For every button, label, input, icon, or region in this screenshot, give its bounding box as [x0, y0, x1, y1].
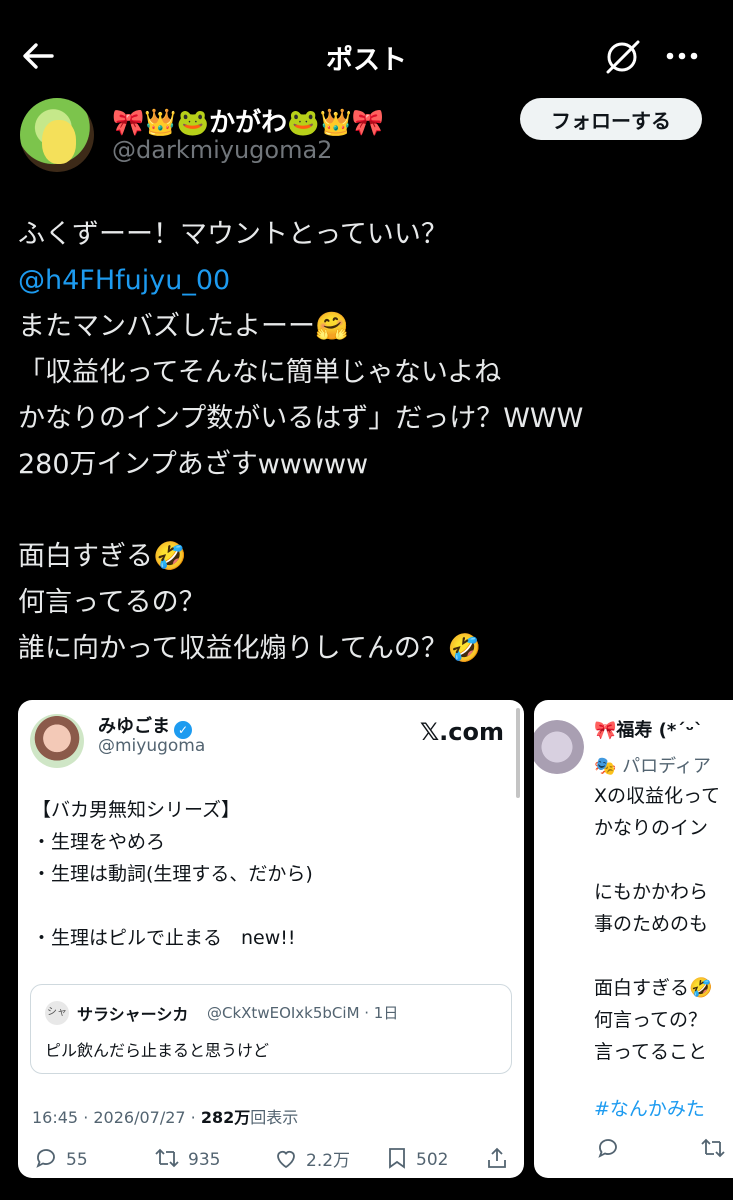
embedded-post-text: 【バカ男無知シリーズ】 ・生理をやめろ ・生理は動詞(生理する、だから) ・生理… — [32, 794, 512, 954]
repost-icon — [155, 1148, 179, 1168]
avatar[interactable] — [20, 98, 94, 172]
heart-icon — [277, 1150, 295, 1169]
embedded-line: ・生理はピルで止まる new!! — [32, 927, 296, 949]
share-icon — [488, 1147, 506, 1168]
post-text: ふくずーー！マウントとっていい？ @h4FHfujyu_00 またマンバズしたよ… — [18, 212, 718, 672]
embedded-line: 言ってること — [594, 1041, 708, 1063]
embedded-spacer — [594, 844, 733, 876]
parody-label: 🎭 パロディア — [594, 756, 711, 777]
embedded-line: ・生理をやめろ — [32, 831, 166, 853]
embedded-line: 【バカ男無知シリーズ】 — [32, 799, 241, 821]
quoted-avatar: シャ — [45, 1001, 69, 1025]
post-line: 何言ってるの？ — [18, 587, 206, 618]
embedded-author-handle: @miyugoma — [98, 736, 206, 756]
embedded-author-name: みゆごま ✓ — [98, 712, 192, 739]
repost-count: 935 — [154, 1146, 220, 1170]
follow-button[interactable]: フォローする — [520, 98, 702, 140]
mention-link[interactable]: @h4FHfujyu_00 — [18, 258, 718, 304]
post-line: 280万インプあざすwwwww — [18, 449, 369, 480]
embedded-line: かなりのイン — [594, 817, 709, 839]
top-bar: ポスト — [0, 0, 733, 110]
reply-icon — [36, 1149, 55, 1168]
quoted-author-handle: @CkXtwEOIxk5bCiM · 1日 — [207, 1004, 399, 1022]
x-logo-icon: 𝕏.com — [419, 718, 504, 746]
embedded-line: ・生理は動詞(生理する、だから) — [32, 863, 313, 885]
author-display-name[interactable]: 🎀👑🐸かがわ🐸👑🎀 — [112, 102, 384, 139]
post-line: 面白すぎる🤣 — [18, 541, 187, 572]
embedded-action-bar: 55 935 2.2万 502 — [30, 1146, 512, 1176]
embedded-avatar — [30, 714, 84, 768]
reply-count: 55 — [34, 1146, 88, 1170]
post-line: 誰に向かって収益化煽りしてんの？🤣 — [18, 633, 482, 664]
embedded-line: 何言っての？ — [594, 1009, 708, 1031]
grok-icon[interactable] — [602, 36, 642, 76]
embedded-spacer — [32, 890, 512, 922]
embedded-timestamp: 16:45 · 2026/07/27 · 282万回表示 — [32, 1108, 299, 1127]
like-count: 2.2万 — [274, 1146, 350, 1171]
embedded-avatar — [534, 720, 584, 774]
bookmark-count: 502 — [386, 1146, 448, 1170]
post-spacer — [18, 488, 718, 534]
embedded-line: にもかかわら — [594, 881, 709, 903]
repost-icon — [701, 1138, 725, 1158]
post-line: 「収益化ってそんなに簡単じゃないよね — [18, 357, 502, 388]
quoted-post: シャ サラシャーシカ @CkXtwEOIxk5bCiM · 1日 ピル飲んだら止… — [30, 984, 512, 1074]
scrollbar — [516, 708, 520, 798]
more-options-icon[interactable] — [662, 38, 702, 74]
embedded-post-text: Xの収益化って かなりのイン にもかかわら 事のためのも 面白すぎる🤣 何言って… — [594, 780, 733, 1068]
embedded-line: Xの収益化って — [594, 785, 721, 807]
post-line: またマンバズしたよーー🤗 — [18, 311, 349, 342]
bookmark-icon — [389, 1148, 405, 1169]
share-count — [486, 1146, 516, 1170]
embedded-line: 事のためのも — [594, 913, 709, 935]
hashtag: #なんかみた — [594, 1098, 705, 1120]
embedded-author-name: 🎀福寿 (*´ᵕ` — [594, 720, 704, 741]
embedded-spacer — [594, 940, 733, 972]
post-line: ふくずーー！マウントとっていい？ — [18, 219, 448, 250]
post-line: かなりのインプ数がいるはず」だっけ？WWW — [18, 403, 584, 434]
attached-image-1[interactable]: みゆごま ✓ @miyugoma 𝕏.com 【バカ男無知シリーズ】 ・生理をやめ… — [18, 700, 524, 1178]
post-author: 🎀👑🐸かがわ🐸👑🎀 @darkmiyugoma2 フォローする — [20, 98, 713, 178]
reply-icon — [598, 1139, 617, 1158]
embedded-line: 面白すぎる🤣 — [594, 977, 713, 999]
author-handle[interactable]: @darkmiyugoma2 — [112, 136, 332, 164]
quoted-text: ピル飲んだら止まると思うけど — [45, 1041, 270, 1060]
quoted-author-name: サラシャーシカ — [77, 1005, 189, 1024]
attached-image-2[interactable]: 🎀福寿 (*´ᵕ` 🎭 パロディア Xの収益化って かなりのイン にもかかわら … — [534, 700, 733, 1178]
